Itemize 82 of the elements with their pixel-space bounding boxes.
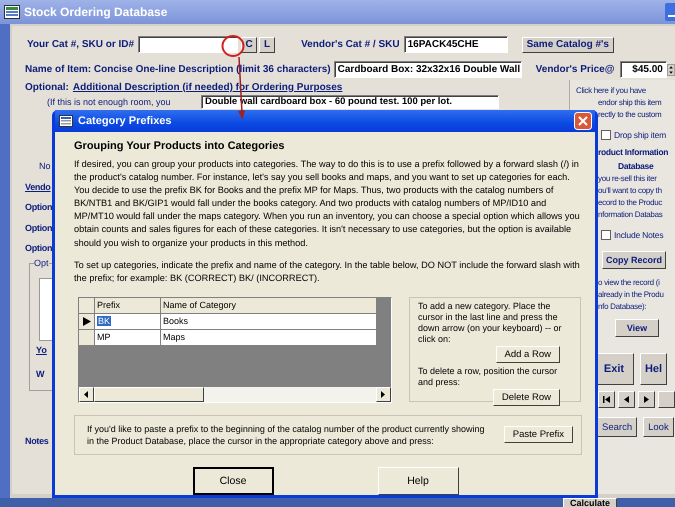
panel-button[interactable]: Copy Record: [602, 251, 666, 269]
row-selector[interactable]: [79, 314, 95, 330]
add-row-button[interactable]: Add a Row: [496, 346, 560, 363]
panel-button[interactable]: Search: [597, 417, 638, 437]
left-arrow-icon: [622, 395, 631, 404]
panel-text: nformation Databas: [598, 209, 662, 221]
first-record-icon: [602, 395, 611, 404]
help-button[interactable]: Help: [378, 466, 458, 495]
column-header: Name of Category: [161, 298, 377, 314]
instructions-text: To delete a row, position the cursor and press:: [418, 366, 558, 388]
calculate-button[interactable]: Calculate: [563, 498, 618, 507]
panel-text: rectly to the custom: [598, 109, 662, 121]
input-field[interactable]: Cardboard Box: 32x32x16 Double Wall: [334, 61, 522, 78]
paste-prefix-button[interactable]: Paste Prefix: [504, 426, 573, 444]
current-row-icon: [82, 316, 90, 326]
checkbox-label: Drop ship item: [614, 130, 666, 140]
close-button[interactable]: [574, 112, 592, 130]
panel-button[interactable]: View: [615, 319, 659, 337]
minimize-button[interactable]: [665, 3, 675, 21]
panel-heading: Database: [618, 160, 654, 173]
instructions-text: If desired, you can group your products into categories. The way to do this is to use a prefix followed by a forward slash (/) in the product's catalog number. For instance, let's say you sell books and maps, and you want to set up categories for each. You decide to use the prefix BK for Books and the prefix MP for Maps. Thus, two products with the catalog numbers of BK/NTB1 and BK/GIP1 would fall under the books category. And two products with catalog numbers of MP/ID10 and MP/MT10 would fall under the maps category. When you run an inventory, you can choose a special option which allows you obtain counts and sales figures for each of these categories. It isn't necessary to use categories, but the option is available should you wish to organize your products in this method.: [74, 158, 581, 250]
panel-text: endor ship this item: [598, 97, 662, 109]
lookup-button[interactable]: L: [259, 36, 276, 52]
field-label: Vendor's Price@: [536, 64, 614, 75]
field-label: Your Cat #, SKU or ID#: [27, 39, 134, 50]
delete-row-button[interactable]: Delete Row: [492, 388, 560, 406]
scroll-left-icon[interactable]: [84, 390, 89, 398]
group-title: Opt: [34, 258, 49, 268]
dialog-title: Category Prefixes: [78, 115, 172, 127]
panel-text: already in the Produ: [598, 289, 664, 301]
instructions-text: To set up categories, indicate the prefix and name of the category. In the table below, DO NOT include the forward slash with the prefix; for example: BK (CORRECT) BK/ (INCORRECT).: [74, 258, 581, 285]
panel-text: ou'll want to copy th: [598, 185, 662, 197]
field-label: Yo: [36, 345, 47, 358]
close-button[interactable]: Close: [192, 466, 274, 495]
hint-text: (If this is not enough room, you: [46, 96, 172, 106]
checkbox[interactable]: [601, 130, 611, 140]
previous-button[interactable]: [618, 391, 635, 408]
input-field[interactable]: [138, 36, 238, 53]
table-cell[interactable]: BK: [95, 314, 161, 330]
text-area[interactable]: [39, 278, 52, 342]
field-label: No: [38, 161, 51, 172]
panel-text: o view the record (i: [598, 277, 660, 289]
spinner-icon[interactable]: [666, 62, 675, 78]
vendor-link[interactable]: Vendo: [25, 182, 51, 192]
field-label: Notes: [25, 436, 49, 446]
field-label: Option: [25, 222, 52, 233]
panel-text: Click here if you have: [576, 85, 646, 97]
input-field[interactable]: 16PACK45CHE: [404, 36, 508, 53]
window-icon: [59, 115, 73, 127]
next-button[interactable]: [638, 391, 655, 408]
window-title: Stock Ordering Database: [24, 5, 168, 19]
table-cell[interactable]: MP: [95, 330, 161, 346]
instructions-text: To add a new category. Place the cursor in the last line and press the down arrow (on your keyboard) -- or click on:: [418, 300, 563, 345]
field-label: Vendor's Cat # / SKU: [301, 39, 400, 50]
scroll-right-icon[interactable]: [381, 390, 386, 398]
table-cell[interactable]: Books: [161, 314, 377, 330]
panel-text: nfo Database):: [598, 301, 646, 313]
app-icon: [4, 5, 20, 19]
panel-text: you re-sell this iter: [598, 173, 657, 185]
dialog-heading: Grouping Your Products into Categories: [74, 140, 286, 152]
table-cell[interactable]: Maps: [161, 330, 377, 346]
same-catalog-button[interactable]: Same Catalog #'s: [522, 36, 614, 52]
panel-button[interactable]: Look: [643, 417, 674, 437]
checkbox[interactable]: [601, 230, 611, 240]
field-label: Option: [25, 243, 52, 254]
field-label: W: [36, 369, 44, 382]
field-label: Option: [25, 202, 52, 212]
panel-heading: roduct Information: [598, 146, 668, 159]
checkbox-label: Include Notes: [614, 230, 664, 240]
right-arrow-icon: [642, 395, 651, 404]
column-header: Prefix: [95, 298, 161, 314]
horizontal-scrollbar[interactable]: [79, 386, 391, 402]
nav-button[interactable]: [658, 391, 675, 408]
header-cell: [79, 298, 95, 314]
field-label: Optional:: [25, 82, 69, 92]
first-record-button[interactable]: [598, 391, 615, 408]
highlight-circle: [221, 34, 245, 58]
instructions-text: If you'd like to paste a prefix to the beginning of the catalog number of the product currently showing in the Product Database, place the cursor in the appropriate category above and press:: [87, 422, 486, 447]
category-table[interactable]: Prefix Name of Category BK Books MP Maps: [78, 296, 392, 403]
input-field[interactable]: $45.00: [620, 61, 667, 78]
panel-button[interactable]: Hel: [640, 353, 667, 385]
panel-text: ecord to the Produc: [598, 197, 662, 209]
